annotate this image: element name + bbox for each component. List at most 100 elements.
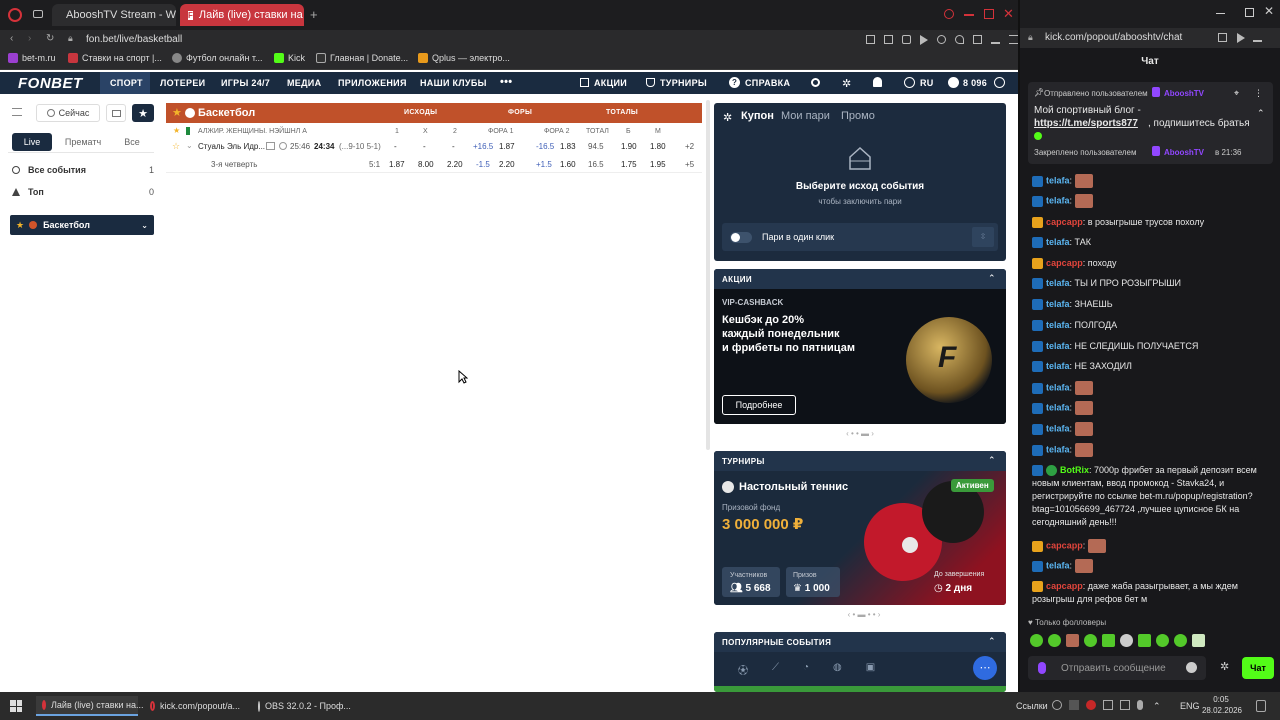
pinned-link[interactable]: https://t.me/sports877 — [1034, 118, 1138, 129]
nav-clubs[interactable]: НАШИ КЛУБЫ — [420, 78, 487, 88]
nav-promos[interactable]: АКЦИИ — [594, 78, 627, 88]
chat-username[interactable]: telafa — [1046, 382, 1070, 392]
chat-username[interactable]: telafa — [1046, 560, 1070, 570]
emote-icon[interactable] — [1084, 634, 1097, 647]
odd-1[interactable]: 1.87 — [389, 160, 405, 169]
download-icon[interactable] — [1253, 33, 1262, 42]
chat-username[interactable]: сарсарр — [1046, 258, 1083, 268]
odd-handicap2[interactable]: 1.60 — [560, 160, 576, 169]
event-row[interactable]: ☆ ⌄ Стуаль Эль Идр... 25:46 24:34 (...9-… — [166, 139, 702, 155]
right-url-field[interactable]: kick.com/popout/abooshtv/chat — [1045, 32, 1182, 43]
odd-over[interactable]: 1.75 — [621, 160, 637, 169]
chat-username[interactable]: telafa — [1046, 341, 1070, 351]
promo-banner[interactable]: F VIP-CASHBACK Кешбэк до 20% каждый поне… — [714, 289, 1006, 424]
tab-coupon[interactable]: Купон — [741, 110, 774, 122]
promos-header[interactable]: АКЦИИ ⌃ — [714, 269, 1006, 289]
chat-send-button[interactable]: Чат — [1242, 657, 1274, 679]
notifications-icon[interactable] — [1256, 700, 1266, 712]
bookmark-kick[interactable]: Kick — [274, 53, 305, 63]
download-icon[interactable] — [991, 35, 1000, 44]
taskbar-app-obs[interactable]: OBS 32.0.2 - Проф... — [252, 696, 354, 716]
popular-header[interactable]: ПОПУЛЯРНЫЕ СОБЫТИЯ ⌃ — [714, 632, 1006, 652]
minimize-icon[interactable] — [964, 14, 974, 16]
nav-lotteries[interactable]: ЛОТЕРЕИ — [160, 78, 205, 88]
emote-icon[interactable] — [1120, 634, 1133, 647]
gear-icon[interactable]: ✲ — [842, 77, 851, 90]
tab-overview-icon[interactable] — [33, 10, 43, 18]
sidebar-item-all-events[interactable]: Все события 1 — [12, 163, 154, 177]
play-icon[interactable] — [1237, 33, 1245, 43]
nav-help[interactable]: СПРАВКА — [745, 78, 790, 88]
snapshot-icon[interactable] — [866, 35, 875, 44]
video-filter[interactable] — [106, 104, 126, 122]
chat-username[interactable]: telafa — [1046, 299, 1070, 309]
odd-handicap1[interactable]: 1.87 — [499, 142, 515, 151]
close-window-icon[interactable]: ✕ — [1264, 4, 1274, 18]
input-language[interactable]: ENG — [1180, 701, 1200, 711]
balance[interactable]: 8 096 — [963, 78, 987, 88]
maximize-icon[interactable] — [1245, 8, 1254, 17]
gear-icon[interactable]: ✲ — [723, 111, 732, 124]
tournament-banner[interactable]: Настольный теннис Активен Призовой фонд … — [714, 471, 1006, 605]
clock-date[interactable]: 28.02.2026 — [1200, 706, 1244, 715]
chat-username[interactable]: telafa — [1046, 175, 1070, 185]
menu-icon[interactable] — [1009, 35, 1018, 44]
back-icon[interactable]: ‹ — [10, 33, 13, 44]
nav-tournaments[interactable]: ТУРНИРЫ — [660, 78, 707, 88]
clock-time[interactable]: 0:05 — [1206, 695, 1236, 704]
bookmark-football[interactable]: Футбол онлайн т... — [172, 53, 263, 63]
tournaments-header[interactable]: ТУРНИРЫ ⌃ — [714, 451, 1006, 471]
hockey-icon[interactable]: ⟋ — [772, 662, 779, 677]
odd-under[interactable]: 1.80 — [650, 142, 666, 151]
pip-icon[interactable] — [884, 35, 893, 44]
settings-ring-icon[interactable] — [994, 77, 1005, 88]
new-tab-icon[interactable]: + — [310, 7, 318, 22]
emote-icon[interactable] — [1030, 634, 1043, 647]
tray-app-icon[interactable] — [1052, 700, 1062, 710]
emoji-icon[interactable] — [1186, 662, 1197, 673]
favorites-filter[interactable]: ★ — [132, 104, 154, 122]
tray-app-icon[interactable] — [1120, 700, 1130, 710]
tab-my-bets[interactable]: Мои пари — [781, 110, 830, 122]
star-outline-icon[interactable]: ☆ — [172, 141, 180, 152]
bookmark-fonbet[interactable]: Ставки на спорт |... — [68, 53, 162, 63]
odd-1[interactable]: - — [394, 142, 397, 151]
microphone-icon[interactable] — [1137, 700, 1143, 710]
basketball-icon[interactable]: ◍ — [833, 662, 842, 677]
gear-icon[interactable]: ✲ — [1220, 660, 1229, 673]
event-name[interactable]: Стуаль Эль Идр... — [198, 142, 265, 151]
emote-icon[interactable] — [1174, 634, 1187, 647]
tab-prematch[interactable]: Прематч — [58, 133, 108, 151]
opera-logo-icon[interactable] — [8, 8, 22, 22]
bookmark-bet-m[interactable]: bet-m.ru — [8, 53, 56, 63]
tray-app-icon[interactable] — [1069, 700, 1079, 710]
emote-icon[interactable] — [1156, 634, 1169, 647]
taskbar-app-opera-2[interactable]: kick.com/popout/a... — [144, 696, 246, 716]
filter-icon[interactable] — [12, 108, 22, 116]
tray-app-icon[interactable] — [1103, 700, 1113, 710]
chat-username[interactable]: telafa — [1046, 320, 1070, 330]
search-tabs-icon[interactable] — [944, 9, 954, 19]
chat-username[interactable]: telafa — [1046, 361, 1070, 371]
shield-icon[interactable] — [902, 35, 911, 44]
heart-icon[interactable] — [955, 35, 964, 44]
reload-icon[interactable]: ↻ — [46, 33, 54, 44]
profile-icon[interactable] — [973, 35, 982, 44]
language-selector[interactable]: RU — [920, 78, 934, 88]
pinned-user[interactable]: AbooshTV — [1164, 89, 1204, 98]
tab-live[interactable]: Live — [12, 133, 52, 151]
chevron-up-icon[interactable]: ⌃ — [1257, 108, 1265, 119]
fonbet-logo[interactable]: FONBET — [18, 75, 83, 92]
esports-icon[interactable]: ▣ — [866, 662, 875, 677]
tray-app-icon[interactable] — [1086, 700, 1096, 710]
flow-icon[interactable] — [937, 35, 946, 44]
tab-all[interactable]: Все — [112, 133, 152, 151]
group-totals[interactable]: ТОТАЛЫ — [606, 109, 638, 116]
close-window-icon[interactable]: ✕ — [1003, 6, 1014, 22]
odd-x[interactable]: 8.00 — [418, 160, 434, 169]
chat-username[interactable]: telafa — [1046, 402, 1070, 412]
emote-icon[interactable] — [1138, 634, 1151, 647]
globe-icon[interactable] — [904, 77, 915, 88]
now-filter[interactable]: Сейчас — [36, 104, 100, 122]
shield-icon[interactable] — [1218, 33, 1227, 42]
